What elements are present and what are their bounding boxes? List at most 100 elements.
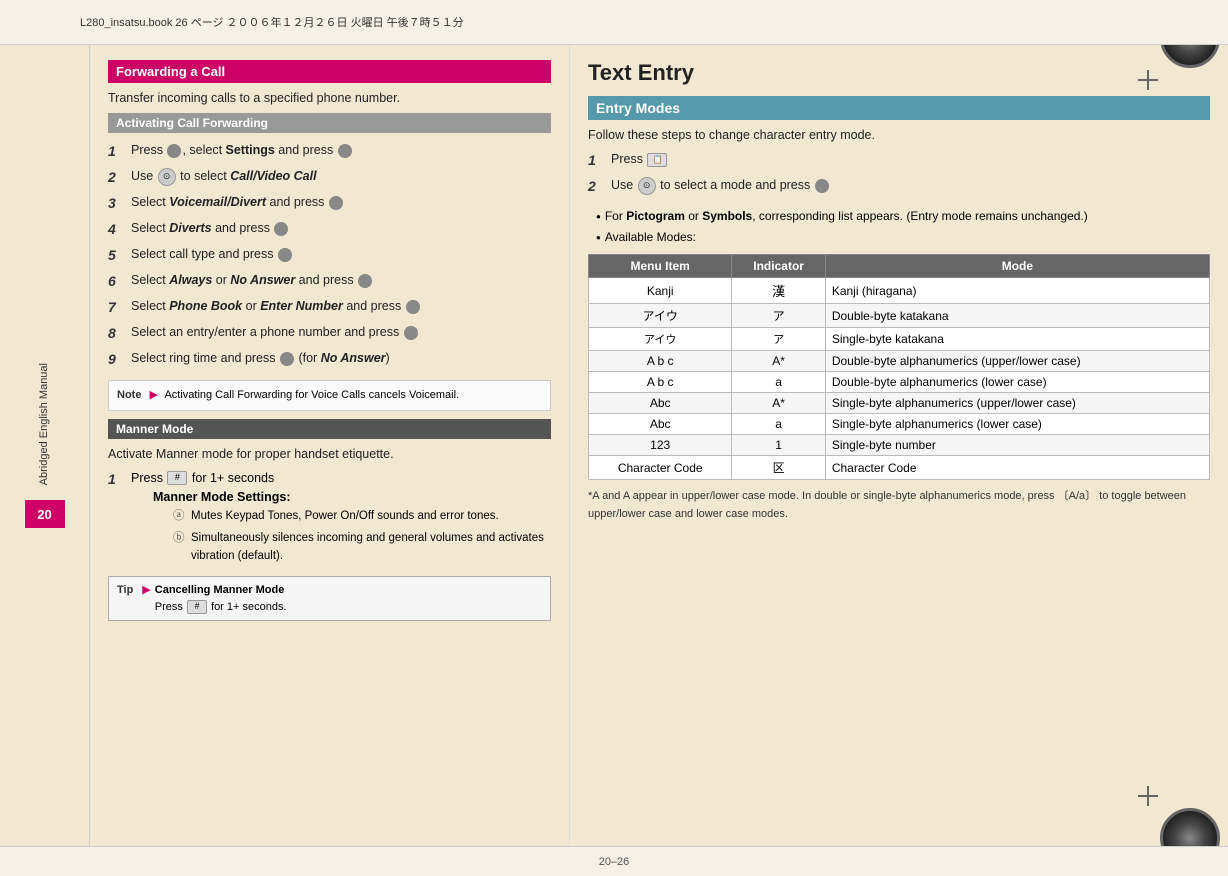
circle-button-icon: [358, 274, 372, 288]
manner-settings-title: Manner Mode Settings:: [153, 487, 551, 507]
menu-key-icon: 📋: [647, 153, 667, 167]
tip-line2: Press # for 1+ seconds.: [155, 599, 287, 616]
manner-sub-a: ⓐ Mutes Keypad Tones, Power On/Off sound…: [173, 507, 551, 525]
circle-button-icon: [167, 144, 181, 158]
hash-key-icon-2: #: [187, 600, 207, 614]
mode-kanji: Kanji (hiragana): [825, 278, 1209, 304]
manner-sub-b: ⓑ Simultaneously silences incoming and g…: [173, 529, 551, 566]
forwarding-subtitle: Transfer incoming calls to a specified p…: [108, 91, 551, 105]
circle-button-icon-3: [815, 179, 829, 193]
forwarding-steps: 1 Press , select Settings and press 2 Us…: [108, 141, 551, 370]
hash-key-icon: #: [167, 471, 187, 485]
circle-button-icon: [280, 352, 294, 366]
indicator-abc-single-upper: A*: [732, 393, 825, 414]
entry-modes-intro: Follow these steps to change character e…: [588, 128, 1210, 142]
manner-sub-b-text: Simultaneously silences incoming and gen…: [191, 529, 551, 566]
mode-katakana-double: Double-byte katakana: [825, 304, 1209, 328]
nav-icon-2: ⊙: [638, 177, 656, 195]
manner-step1-text: Press # for 1+ seconds: [131, 471, 274, 485]
left-column: Forwarding a Call Transfer incoming call…: [90, 45, 570, 846]
sidebar-label: Abridged English Manual: [37, 363, 52, 485]
menu-item-abc-double-lower: A b c: [589, 372, 732, 393]
mode-table: Menu Item Indicator Mode Kanji 漢 Kanji (…: [588, 254, 1210, 480]
sidebar: Abridged English Manual 20: [0, 45, 90, 846]
manner-step-1: 1 Press # for 1+ seconds Manner Mode Set…: [108, 469, 551, 569]
circle-button-icon: [404, 326, 418, 340]
note-label: Note: [117, 389, 141, 401]
entry-modes-header: Entry Modes: [588, 96, 1210, 120]
table-row: アイウ ア Single-byte katakana: [589, 328, 1210, 351]
table-row: 123 1 Single-byte number: [589, 435, 1210, 456]
step-3: 3 Select Voicemail/Divert and press: [108, 193, 551, 214]
menu-item-123: 123: [589, 435, 732, 456]
manner-mode-subtitle: Activate Manner mode for proper handset …: [108, 447, 551, 461]
indicator-kanji: 漢: [732, 278, 825, 304]
table-row: Kanji 漢 Kanji (hiragana): [589, 278, 1210, 304]
circle-button-icon: [329, 196, 343, 210]
step-7: 7 Select Phone Book or Enter Number and …: [108, 297, 551, 318]
forwarding-section-title: Forwarding a Call: [108, 60, 551, 83]
indicator-123: 1: [732, 435, 825, 456]
menu-item-katakana-single: アイウ: [589, 328, 732, 351]
page-number: 20: [25, 500, 65, 528]
right-column: Text Entry Entry Modes Follow these step…: [570, 45, 1228, 846]
page-footer: 20–26: [599, 856, 630, 868]
table-row: A b c A* Double-byte alphanumerics (uppe…: [589, 351, 1210, 372]
circle-button-icon: [274, 222, 288, 236]
step-9: 9 Select ring time and press (for No Ans…: [108, 349, 551, 370]
header-text: L280_insatsu.book 26 ページ ２００６年１２月２６日 火曜日…: [80, 14, 464, 30]
step-5: 5 Select call type and press: [108, 245, 551, 266]
menu-item-abc-single-upper: Abc: [589, 393, 732, 414]
circle-button-icon: [278, 248, 292, 262]
step-6: 6 Select Always or No Answer and press: [108, 271, 551, 292]
menu-item-abc-single-lower: Abc: [589, 414, 732, 435]
bullet-2: Available Modes:: [596, 228, 1210, 246]
menu-item-katakana-double: アイウ: [589, 304, 732, 328]
mode-abc-double-lower: Double-byte alphanumerics (lower case): [825, 372, 1209, 393]
tip-line1: Cancelling Manner Mode: [155, 582, 287, 599]
indicator-abc-double-lower: a: [732, 372, 825, 393]
step-8: 8 Select an entry/enter a phone number a…: [108, 323, 551, 344]
manner-mode-title: Manner Mode: [108, 419, 551, 439]
circle-button-icon: [338, 144, 352, 158]
entry-mode-bullets: For Pictogram or Symbols, corresponding …: [588, 207, 1210, 246]
bullet-1: For Pictogram or Symbols, corresponding …: [596, 207, 1210, 225]
table-header-indicator: Indicator: [732, 255, 825, 278]
tip-arrow: ▶: [142, 582, 150, 599]
menu-item-abc-double-upper: A b c: [589, 351, 732, 372]
mode-abc-single-upper: Single-byte alphanumerics (upper/lower c…: [825, 393, 1209, 414]
note-box: Note ▶ Activating Call Forwarding for Vo…: [108, 380, 551, 411]
menu-item-kanji: Kanji: [589, 278, 732, 304]
manner-mode-settings: Manner Mode Settings: ⓐ Mutes Keypad Ton…: [153, 487, 551, 565]
step-4: 4 Select Diverts and press: [108, 219, 551, 240]
indicator-katakana-single: ア: [732, 328, 825, 351]
table-row: Abc A* Single-byte alphanumerics (upper/…: [589, 393, 1210, 414]
indicator-charcode: 区: [732, 456, 825, 480]
table-row: Abc a Single-byte alphanumerics (lower c…: [589, 414, 1210, 435]
step-1: 1 Press , select Settings and press: [108, 141, 551, 162]
indicator-abc-single-lower: a: [732, 414, 825, 435]
entry-step-2: 2 Use ⊙ to select a mode and press: [588, 176, 1210, 197]
entry-mode-steps: 1 Press 📋 2 Use ⊙ to select a mode and p…: [588, 150, 1210, 197]
mode-abc-single-lower: Single-byte alphanumerics (lower case): [825, 414, 1209, 435]
bottom-bar: 20–26: [0, 846, 1228, 876]
table-header-mode: Mode: [825, 255, 1209, 278]
main-content: Forwarding a Call Transfer incoming call…: [90, 45, 1228, 846]
mode-123: Single-byte number: [825, 435, 1209, 456]
note-text: Activating Call Forwarding for Voice Cal…: [164, 389, 459, 401]
manner-sub-a-text: Mutes Keypad Tones, Power On/Off sounds …: [191, 507, 499, 525]
circle-button-icon: [406, 300, 420, 314]
table-header-menu: Menu Item: [589, 255, 732, 278]
mode-charcode: Character Code: [825, 456, 1209, 480]
table-row: アイウ ア Double-byte katakana: [589, 304, 1210, 328]
indicator-katakana-double: ア: [732, 304, 825, 328]
table-row: A b c a Double-byte alphanumerics (lower…: [589, 372, 1210, 393]
table-row: Character Code 区 Character Code: [589, 456, 1210, 480]
mode-katakana-single: Single-byte katakana: [825, 328, 1209, 351]
note-arrow: ▶: [150, 389, 158, 401]
footer-note: *A and A appear in upper/lower case mode…: [588, 488, 1210, 523]
activating-subsection-title: Activating Call Forwarding: [108, 113, 551, 133]
tip-box: Tip ▶ Cancelling Manner Mode Press # for…: [108, 576, 551, 621]
nav-icon: ⊙: [158, 168, 176, 186]
entry-step-1: 1 Press 📋: [588, 150, 1210, 171]
